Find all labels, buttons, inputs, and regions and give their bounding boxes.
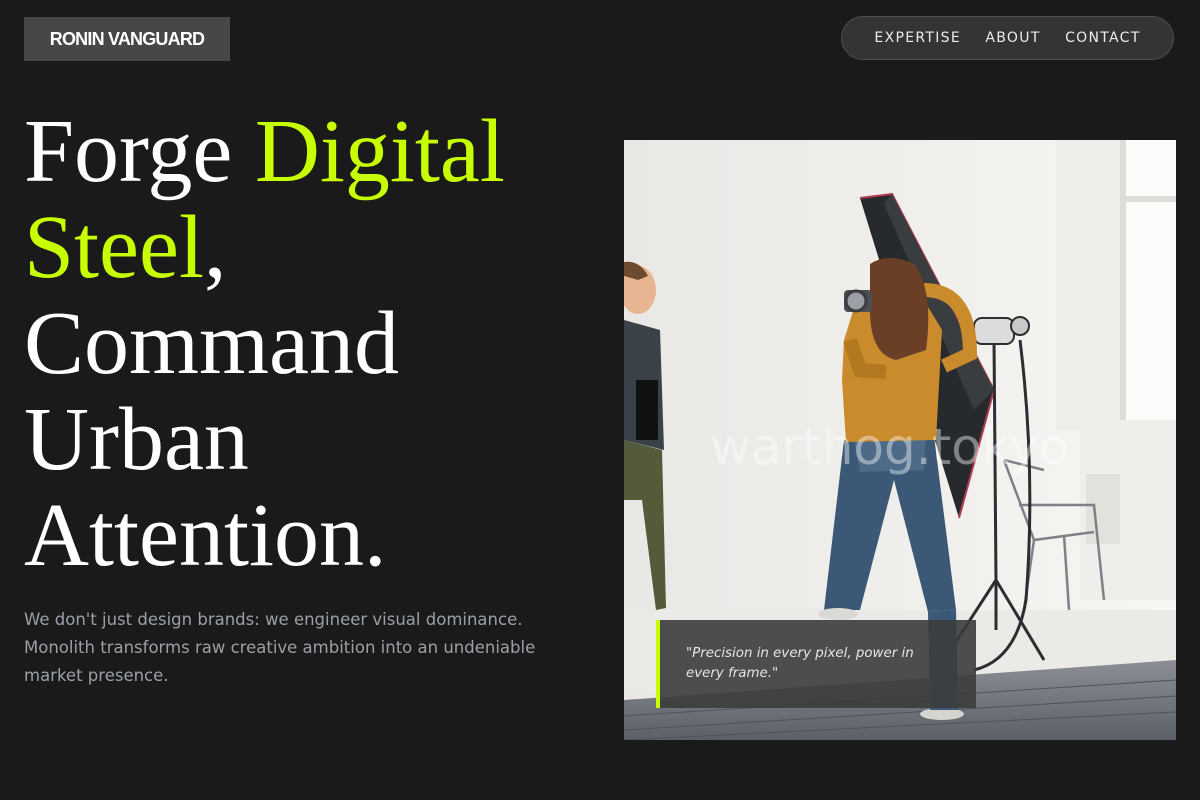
quote-text: "Precision in every pixel, power in ever… xyxy=(686,646,914,681)
main-nav: EXPERTISE ABOUT CONTACT xyxy=(841,16,1174,60)
brand-logo[interactable]: RONIN VANGUARD xyxy=(24,17,230,61)
hero-headline: Forge Digital Steel, Command Urban Atten… xyxy=(24,104,604,584)
image-watermark: warthog.tokyo xyxy=(710,418,1070,476)
hero-image: warthog.tokyo "Precision in every pixel,… xyxy=(624,140,1176,740)
nav-link-contact[interactable]: CONTACT xyxy=(1065,30,1141,46)
nav-link-about[interactable]: ABOUT xyxy=(985,30,1040,46)
brand-name: RONIN VANGUARD xyxy=(49,28,205,49)
quote-card: "Precision in every pixel, power in ever… xyxy=(656,620,976,708)
hero-subtext: We don't just design brands: we engineer… xyxy=(24,610,536,685)
headline-part1: Forge xyxy=(24,102,255,201)
nav-link-expertise[interactable]: EXPERTISE xyxy=(874,30,961,46)
